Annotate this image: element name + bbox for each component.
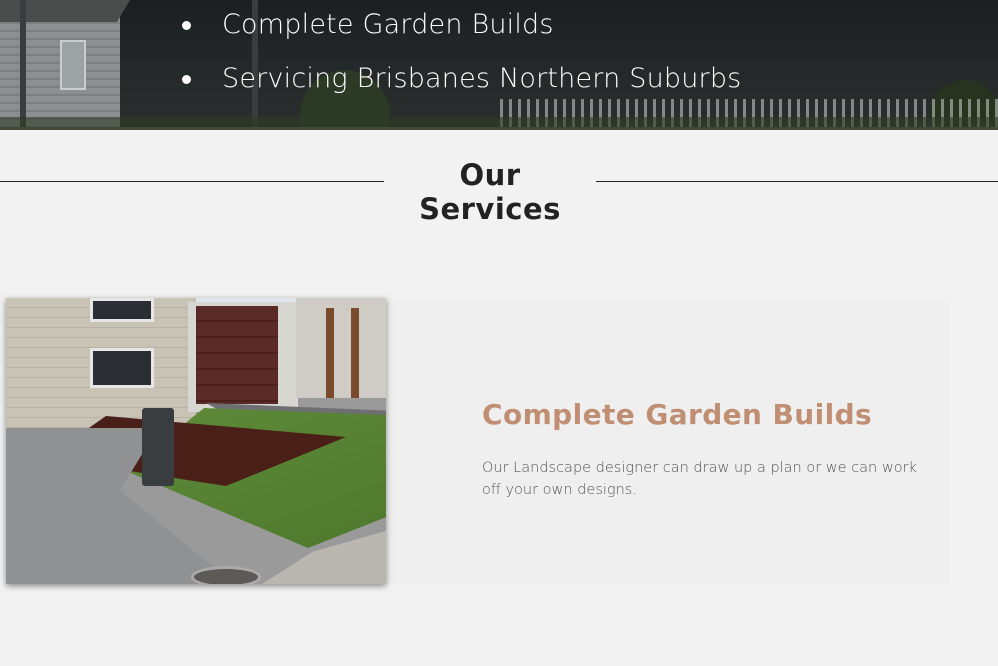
photo-porch-post: [326, 308, 334, 398]
hero-house-window: [60, 40, 86, 90]
service-card: [386, 298, 950, 584]
service-title: Complete Garden Builds: [482, 398, 873, 431]
photo-letterbox: [142, 408, 174, 486]
hero-pole: [20, 0, 26, 127]
hero-bullet-text: Complete Garden Builds: [222, 9, 554, 40]
service-description: Our Landscape designer can draw up a pla…: [482, 460, 917, 498]
hero-bullet-item: Complete Garden Builds: [180, 6, 741, 60]
hero-bullet-text: Servicing Brisbanes Northern Suburbs: [222, 63, 742, 94]
bullet-dot-icon: [182, 21, 191, 30]
services-heading-row: Our Services: [0, 158, 998, 226]
divider-line: [0, 181, 384, 182]
divider-line: [596, 181, 998, 182]
hero-bullet-list: Complete Garden Builds Servicing Brisban…: [180, 6, 741, 114]
hero-grass: [0, 117, 998, 127]
hero-bullet-item: Servicing Brisbanes Northern Suburbs: [180, 60, 741, 114]
photo-garage-door: [196, 306, 278, 404]
service-image: [6, 298, 386, 584]
section-title: Our Services: [419, 158, 561, 226]
photo-porch: [296, 298, 386, 398]
bullet-dot-icon: [182, 75, 191, 84]
photo-manhole: [191, 566, 261, 584]
photo-window: [90, 298, 154, 322]
photo-window: [90, 348, 154, 388]
photo-porch-post: [351, 308, 359, 398]
hero-banner: Complete Garden Builds Servicing Brisban…: [0, 0, 998, 130]
